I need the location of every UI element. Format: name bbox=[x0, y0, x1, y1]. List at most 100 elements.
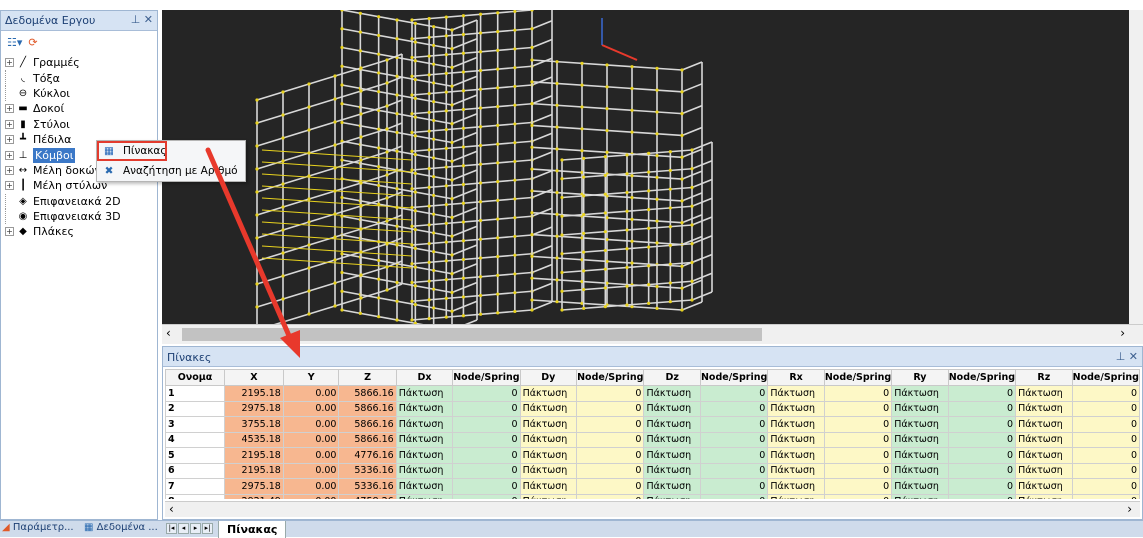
tree-node[interactable]: ◈ Επιφανειακά 2D bbox=[5, 193, 153, 209]
table-cell[interactable]: 3755.18 bbox=[223, 416, 284, 433]
table-cell[interactable]: Πάκτωση bbox=[1015, 493, 1073, 499]
table-cell[interactable]: 8 bbox=[165, 493, 225, 499]
table-cell[interactable]: 0.00 bbox=[282, 478, 340, 495]
tab-parameters[interactable]: ◢ Παράμετρ... bbox=[2, 522, 74, 537]
table-cell[interactable]: Πάκτωση bbox=[643, 478, 701, 495]
table-horizontal-scrollbar[interactable]: ‹ › bbox=[165, 501, 1140, 517]
table-cell[interactable]: Πάκτωση bbox=[519, 416, 578, 433]
table-cell[interactable]: 2195.18 bbox=[223, 462, 284, 479]
column-header[interactable]: Node/Spring bbox=[1071, 369, 1140, 386]
prev-tab-icon[interactable]: ◂ bbox=[178, 523, 189, 534]
table-cell[interactable]: Πάκτωση bbox=[395, 400, 454, 417]
table-cell[interactable]: 0.00 bbox=[282, 462, 340, 479]
table-cell[interactable]: 2195.18 bbox=[223, 447, 284, 464]
table-cell[interactable]: 0 bbox=[1071, 462, 1140, 479]
table-cell[interactable]: 0 bbox=[452, 493, 521, 499]
table-cell[interactable]: 0 bbox=[823, 416, 893, 433]
table-cell[interactable]: 2975.18 bbox=[223, 400, 284, 417]
table-cell[interactable]: 0 bbox=[823, 400, 893, 417]
expand-icon[interactable]: + bbox=[5, 58, 14, 68]
next-tab-icon[interactable]: ▸ bbox=[190, 523, 201, 534]
tree-node[interactable]: + ▮ Στύλοι bbox=[5, 117, 153, 132]
table-cell[interactable]: 0 bbox=[947, 385, 1017, 402]
table-cell[interactable]: Πάκτωση bbox=[519, 431, 578, 448]
table-cell[interactable]: Πάκτωση bbox=[891, 400, 949, 417]
table-cell[interactable]: Πάκτωση bbox=[891, 447, 949, 464]
menu-item-table[interactable]: ▦ Πίνακας bbox=[97, 141, 167, 161]
table-cell[interactable]: Πάκτωση bbox=[519, 493, 578, 499]
table-cell[interactable]: Πάκτωση bbox=[395, 493, 454, 499]
table-cell[interactable]: Πάκτωση bbox=[1015, 462, 1073, 479]
table-cell[interactable]: Πάκτωση bbox=[395, 416, 454, 433]
table-cell[interactable]: 0 bbox=[1071, 447, 1140, 464]
table-cell[interactable]: 5866.16 bbox=[338, 416, 397, 433]
column-header[interactable]: Ονομα bbox=[165, 369, 225, 386]
table-cell[interactable]: Πάκτωση bbox=[1015, 400, 1073, 417]
vertical-scrollbar[interactable] bbox=[1129, 10, 1143, 324]
expand-icon[interactable]: + bbox=[5, 181, 14, 191]
table-cell[interactable]: 0 bbox=[699, 462, 769, 479]
table-cell[interactable]: 0 bbox=[823, 478, 893, 495]
table-cell[interactable]: 0 bbox=[947, 462, 1017, 479]
table-cell[interactable]: 0 bbox=[699, 447, 769, 464]
scroll-left-icon[interactable]: ‹ bbox=[166, 326, 171, 340]
table-cell[interactable]: 0 bbox=[1071, 493, 1140, 499]
tree-node[interactable]: + ◆ Πλάκες bbox=[5, 224, 153, 239]
tree-node[interactable]: ◟ Τόξα bbox=[5, 70, 153, 86]
table-cell[interactable]: 0 bbox=[1071, 385, 1140, 402]
table-cell[interactable]: 0 bbox=[452, 462, 521, 479]
table-cell[interactable]: 5336.16 bbox=[338, 478, 397, 495]
column-header[interactable]: Dx bbox=[395, 369, 454, 386]
table-cell[interactable]: 0 bbox=[452, 478, 521, 495]
table-cell[interactable]: Πάκτωση bbox=[643, 400, 701, 417]
expand-icon[interactable]: + bbox=[5, 104, 14, 114]
menu-item-search-by-number[interactable]: ✖ Αναζήτηση με Αριθμό bbox=[97, 161, 245, 181]
first-tab-icon[interactable]: |◂ bbox=[166, 523, 177, 534]
table-cell[interactable]: 6 bbox=[165, 462, 225, 479]
table-cell[interactable]: 4758.26 bbox=[338, 493, 397, 499]
table-cell[interactable]: 0.00 bbox=[282, 431, 340, 448]
table-row[interactable]: 1 2195.18 0.00 5866.16 Πάκτωση 0 Πάκτωση 0 Πάκτω… bbox=[165, 385, 1140, 402]
table-cell[interactable]: 0.00 bbox=[282, 400, 340, 417]
table-cell[interactable]: Πάκτωση bbox=[643, 416, 701, 433]
column-header[interactable]: Node/Spring bbox=[823, 369, 893, 386]
tree-view-icon[interactable]: ☷▾ bbox=[7, 36, 22, 49]
table-row[interactable]: 6 2195.18 0.00 5336.16 Πάκτωση 0 Πάκτωση 0 Πάκτω… bbox=[165, 462, 1140, 479]
table-cell[interactable]: 4776.16 bbox=[338, 447, 397, 464]
column-header[interactable]: Node/Spring bbox=[576, 369, 645, 386]
column-header[interactable]: Rz bbox=[1015, 369, 1073, 386]
table-cell[interactable]: Πάκτωση bbox=[1015, 416, 1073, 433]
table-cell[interactable]: Πάκτωση bbox=[643, 385, 701, 402]
scroll-left-icon[interactable]: ‹ bbox=[169, 502, 174, 516]
scroll-right-icon[interactable]: › bbox=[1120, 326, 1125, 340]
column-header[interactable]: Ry bbox=[891, 369, 949, 386]
pin-close-icons[interactable]: ⊥ ✕ bbox=[131, 13, 153, 26]
table-cell[interactable]: 0 bbox=[576, 493, 645, 499]
table-cell[interactable]: 0 bbox=[576, 416, 645, 433]
table-cell[interactable]: 0 bbox=[1071, 431, 1140, 448]
table-row[interactable]: 82921.490.004758.26Πάκτωση0Πάκτωση0Πάκτω… bbox=[165, 493, 1140, 499]
column-header[interactable]: Node/Spring bbox=[947, 369, 1017, 386]
table-cell[interactable]: 5866.16 bbox=[338, 400, 397, 417]
tree-node[interactable]: ⊖ Κύκλοι bbox=[5, 85, 153, 102]
expand-icon[interactable]: + bbox=[5, 119, 14, 129]
scroll-thumb[interactable] bbox=[182, 328, 762, 341]
table-cell[interactable]: Πάκτωση bbox=[395, 447, 454, 464]
table-cell[interactable]: 0.00 bbox=[282, 416, 340, 433]
table-cell[interactable]: 0 bbox=[823, 431, 893, 448]
table-cell[interactable]: 0 bbox=[699, 493, 769, 499]
table-cell[interactable]: Πάκτωση bbox=[1015, 478, 1073, 495]
table-row[interactable]: 4 4535.18 0.00 5866.16 Πάκτωση 0 Πάκτωση 0 Πάκτω… bbox=[165, 431, 1140, 448]
tree-node[interactable]: + ╱ Γραμμές bbox=[5, 55, 153, 70]
table-cell[interactable]: 0 bbox=[452, 400, 521, 417]
table-cell[interactable]: 4 bbox=[165, 431, 225, 448]
tab-table[interactable]: Πίνακας bbox=[218, 521, 287, 538]
table-cell[interactable]: Πάκτωση bbox=[767, 447, 825, 464]
table-cell[interactable]: Πάκτωση bbox=[1015, 385, 1073, 402]
table-cell[interactable]: Πάκτωση bbox=[519, 478, 578, 495]
tree-node[interactable]: + ▬ Δοκοί bbox=[5, 101, 153, 116]
table-cell[interactable]: Πάκτωση bbox=[395, 478, 454, 495]
table-cell[interactable]: 5 bbox=[165, 447, 225, 464]
table-cell[interactable]: 0 bbox=[576, 478, 645, 495]
table-cell[interactable]: Πάκτωση bbox=[519, 447, 578, 464]
